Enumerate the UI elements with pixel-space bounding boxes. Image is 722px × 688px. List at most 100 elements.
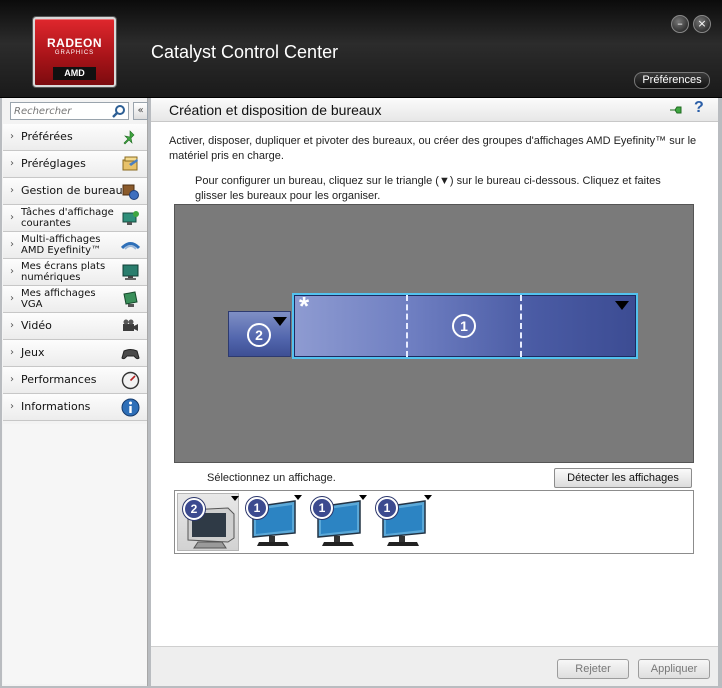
- label-line-1: Mes affichages: [21, 288, 96, 299]
- gamepad-icon: [121, 349, 140, 360]
- sidebar-item-eyefinity[interactable]: › Multi-affichages AMD Eyefinity™: [3, 232, 147, 259]
- desktop-2[interactable]: 2: [228, 311, 291, 357]
- search-box: [10, 102, 129, 120]
- label-line-2: VGA: [21, 299, 43, 310]
- eyefinity-icon: [121, 242, 140, 250]
- minimize-button[interactable]: –: [671, 15, 689, 33]
- page-instructions: Pour configurer un bureau, cliquez sur l…: [195, 175, 661, 202]
- sidebar-item-label: Informations: [21, 400, 91, 413]
- display-tile-lcd[interactable]: 1: [306, 493, 368, 551]
- display-separator: [520, 295, 522, 357]
- sidebar-item-informations[interactable]: › Informations: [3, 394, 147, 421]
- chevron-right-icon: ›: [10, 212, 14, 223]
- display-number-badge: 2: [183, 498, 205, 520]
- label-line-2: AMD Eyefinity™: [21, 245, 101, 256]
- label-line-1: Tâches d'affichage: [21, 207, 114, 218]
- sidebar-item-prereglages[interactable]: › Préréglages: [3, 151, 147, 178]
- label-line-2: courantes: [21, 218, 71, 229]
- page-header: Création et disposition de bureaux ?: [151, 98, 718, 122]
- sidebar-item-label: Multi-affichages AMD Eyefinity™: [21, 234, 101, 256]
- display-menu-triangle[interactable]: [424, 495, 432, 500]
- sidebar-empty-area: [3, 424, 147, 684]
- page-title: Création et disposition de bureaux: [169, 102, 382, 118]
- chevron-right-icon: ›: [10, 401, 14, 412]
- display-number-badge: 1: [311, 497, 333, 519]
- display-menu-triangle[interactable]: [231, 496, 239, 501]
- desktop-menu-triangle[interactable]: [273, 317, 287, 326]
- apply-button[interactable]: Appliquer: [638, 659, 710, 679]
- chevron-right-icon: ›: [10, 185, 14, 196]
- sidebar-item-label: Gestion de bureau: [21, 184, 123, 197]
- video-camera-icon: [123, 319, 138, 331]
- sidebar-item-label: Mes écrans plats numériques: [21, 261, 105, 283]
- sidebar-item-affichages-vga[interactable]: › Mes affichages VGA: [3, 286, 147, 313]
- sidebar-item-label: Vidéo: [21, 319, 52, 332]
- chevron-right-icon: ›: [10, 374, 14, 385]
- sidebar-item-label: Préréglages: [21, 157, 86, 170]
- radeon-logo: RADEON GRAPHICS AMD: [33, 17, 116, 87]
- preferences-button[interactable]: Préférences: [634, 72, 710, 89]
- logo-brand-text: RADEON: [46, 36, 102, 50]
- label-line-1: Multi-affichages: [21, 234, 101, 245]
- search-input[interactable]: [11, 103, 107, 119]
- display-tile-lcd[interactable]: 1: [371, 493, 433, 551]
- pin-icon: [123, 130, 135, 145]
- desktop-number-badge: 2: [247, 323, 271, 347]
- chevron-right-icon: ›: [10, 131, 14, 142]
- help-icon[interactable]: ?: [694, 99, 704, 117]
- label-line-2: numériques: [21, 272, 81, 283]
- display-menu-triangle[interactable]: [294, 495, 302, 500]
- sidebar-item-video[interactable]: › Vidéo: [3, 313, 147, 340]
- desktop-number-badge: 1: [452, 314, 476, 338]
- gauge-icon: [121, 371, 140, 390]
- info-icon: [121, 398, 140, 417]
- close-button[interactable]: ×: [693, 15, 711, 33]
- app-header: RADEON GRAPHICS AMD Catalyst Control Cen…: [0, 0, 722, 98]
- display-menu-triangle[interactable]: [359, 495, 367, 500]
- desktop-1-eyefinity-group[interactable]: * 1: [292, 293, 638, 359]
- chevron-right-icon: ›: [10, 239, 14, 250]
- chevron-right-icon: ›: [10, 293, 14, 304]
- desktop-menu-triangle[interactable]: [615, 301, 629, 310]
- sidebar-nav: › Préférées › Préréglages › Gestion de b…: [3, 124, 147, 421]
- display-separator: [406, 295, 408, 357]
- sidebar-item-preferees[interactable]: › Préférées: [3, 124, 147, 151]
- display-number-badge: 1: [246, 497, 268, 519]
- reject-button[interactable]: Rejeter: [557, 659, 629, 679]
- display-tile-crt[interactable]: 2: [177, 493, 239, 551]
- sidebar-item-label: Jeux: [21, 346, 45, 359]
- pin-to-favorites-icon[interactable]: [668, 103, 684, 117]
- sidebar-item-performances[interactable]: › Performances: [3, 367, 147, 394]
- sidebar: « › Préférées › Préréglages › Gestion de…: [2, 98, 148, 686]
- sidebar-item-jeux[interactable]: › Jeux: [3, 340, 147, 367]
- display-tasks-icon: [122, 211, 139, 225]
- app-title: Catalyst Control Center: [151, 42, 339, 62]
- presets-icon: [122, 156, 138, 171]
- chevron-right-icon: ›: [10, 320, 14, 331]
- chevron-right-icon: ›: [10, 347, 14, 358]
- display-tile-lcd[interactable]: 1: [241, 493, 303, 551]
- page-description: Activer, disposer, dupliquer et pivoter …: [169, 135, 697, 162]
- display-list: 2 1 1 1: [174, 490, 694, 554]
- collapse-sidebar-button[interactable]: «: [133, 102, 148, 120]
- label-line-1: Mes écrans plats: [21, 261, 106, 272]
- sidebar-item-ecrans-plats[interactable]: › Mes écrans plats numériques: [3, 259, 147, 286]
- sidebar-item-taches-affichage[interactable]: › Tâches d'affichage courantes: [3, 205, 147, 232]
- flat-panel-icon: [122, 264, 139, 280]
- vga-display-icon: [123, 291, 138, 307]
- chevron-right-icon: ›: [10, 266, 14, 277]
- sidebar-item-label: Performances: [21, 373, 97, 386]
- search-icon[interactable]: [112, 104, 126, 118]
- main-panel: Création et disposition de bureaux ? Act…: [151, 98, 718, 686]
- display-number-badge: 1: [376, 497, 398, 519]
- detect-displays-button[interactable]: Détecter les affichages: [554, 468, 692, 488]
- sidebar-item-label: Tâches d'affichage courantes: [21, 207, 114, 229]
- logo-sub-text: GRAPHICS: [54, 50, 95, 56]
- logo-amd-text: AMD: [53, 67, 96, 80]
- sidebar-item-label: Mes affichages VGA: [21, 288, 96, 310]
- sidebar-item-gestion-bureau[interactable]: › Gestion de bureau: [3, 178, 147, 205]
- chevron-right-icon: ›: [10, 158, 14, 169]
- desktop-layout-canvas[interactable]: 2 * 1: [174, 204, 694, 463]
- select-display-label: Sélectionnez un affichage.: [207, 472, 336, 484]
- desktop-management-icon: [122, 184, 139, 200]
